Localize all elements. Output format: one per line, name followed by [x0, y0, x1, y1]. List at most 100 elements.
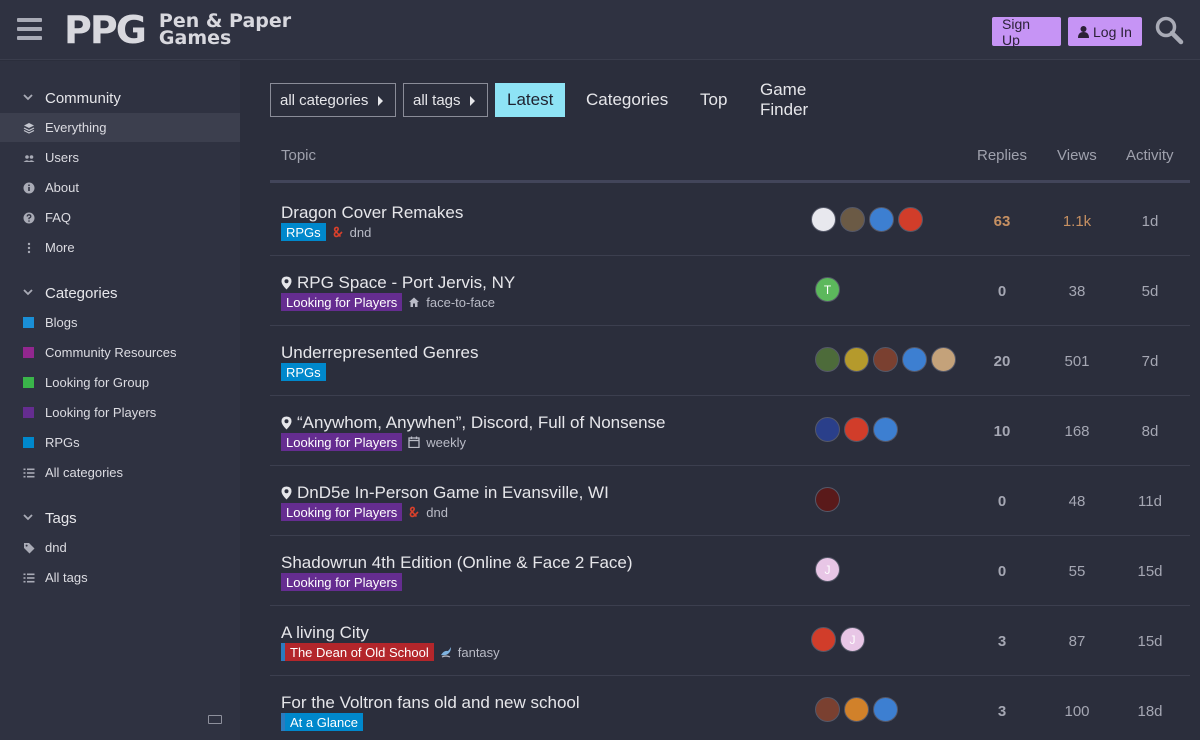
sign-up-button[interactable]: Sign Up — [992, 16, 1061, 48]
sidebar-item-all-categories[interactable]: All categories — [0, 458, 240, 487]
topic-activity[interactable]: 8d — [1120, 423, 1180, 440]
poster-avatar[interactable] — [844, 417, 869, 442]
poster-avatar[interactable] — [811, 627, 836, 652]
poster-avatar[interactable] — [873, 697, 898, 722]
category-badge-label: The Dean of Old School — [290, 644, 429, 660]
topic-activity[interactable]: 11d — [1120, 493, 1180, 510]
topic-activity[interactable]: 1d — [1120, 213, 1180, 230]
tab-top[interactable]: Top — [688, 83, 739, 117]
topic-posters: J — [811, 627, 869, 653]
column-header-views[interactable]: Views — [1057, 147, 1097, 164]
sidebar-item-about[interactable]: About — [0, 173, 240, 202]
topic-row: Underrepresented Genres RPGs 20 501 7d — [270, 326, 1190, 396]
poster-avatar[interactable] — [869, 207, 894, 232]
category-badge[interactable]: RPGs — [281, 363, 326, 381]
sidebar-item-looking-for-group[interactable]: Looking for Group — [0, 368, 240, 397]
avatar-letter: J — [824, 562, 831, 577]
sidebar-item-label: RPGs — [45, 435, 80, 450]
topic-tag[interactable]: dnd — [408, 505, 448, 520]
poster-avatar[interactable] — [811, 207, 836, 232]
tab-categories[interactable]: Categories — [574, 83, 680, 117]
column-header-replies[interactable]: Replies — [977, 147, 1027, 164]
topic-tag[interactable]: weekly — [408, 435, 466, 450]
site-logo[interactable]: PPG Pen & Paper Games — [64, 9, 291, 51]
sidebar-item-users[interactable]: Users — [0, 143, 240, 172]
all-tags-dropdown[interactable]: all tags — [403, 83, 488, 117]
log-in-label: Log In — [1093, 23, 1132, 40]
tab-game-finder[interactable]: Game Finder — [748, 80, 820, 119]
topic-table-header: Topic Replies Views Activity — [270, 145, 1190, 183]
topic-title-link[interactable]: “Anywhom, Anywhen”, Discord, Full of Non… — [281, 413, 666, 433]
topic-meta: At a Glance — [281, 713, 363, 731]
topic-title-link[interactable]: For the Voltron fans old and new school — [281, 693, 580, 713]
poster-avatar[interactable] — [873, 417, 898, 442]
categories-section-toggle[interactable]: Categories — [0, 282, 240, 304]
topic-title-link[interactable]: Shadowrun 4th Edition (Online & Face 2 F… — [281, 553, 633, 573]
sidebar-item-rpgs[interactable]: RPGs — [0, 428, 240, 457]
poster-avatar[interactable] — [815, 417, 840, 442]
poster-avatar[interactable] — [902, 347, 927, 372]
question-icon — [23, 212, 35, 224]
sidebar-item-more[interactable]: More — [0, 233, 240, 262]
sidebar-item-label: Everything — [45, 120, 107, 135]
category-badge[interactable]: Looking for Players — [281, 433, 403, 451]
sidebar-item-everything[interactable]: Everything — [0, 113, 240, 142]
topic-activity[interactable]: 15d — [1120, 633, 1180, 650]
poster-avatar[interactable] — [840, 207, 865, 232]
topic-title-link[interactable]: Underrepresented Genres — [281, 343, 479, 363]
logo-mark: PPG — [64, 8, 147, 52]
poster-avatar[interactable]: J — [815, 557, 840, 582]
poster-avatar[interactable] — [815, 697, 840, 722]
category-badge[interactable]: Looking for Players — [281, 293, 403, 311]
keyboard-shortcuts-icon[interactable] — [208, 715, 222, 724]
topic-title: Dragon Cover Remakes — [281, 203, 464, 222]
topic-tag[interactable]: face-to-face — [408, 295, 495, 310]
poster-avatar[interactable] — [815, 347, 840, 372]
topic-tag[interactable]: dnd — [332, 225, 371, 240]
avatar-letter: J — [849, 632, 856, 647]
topic-activity[interactable]: 18d — [1120, 703, 1180, 720]
tags-section-toggle[interactable]: Tags — [0, 507, 240, 529]
topic-activity[interactable]: 7d — [1120, 353, 1180, 370]
log-in-button[interactable]: Log In — [1068, 17, 1142, 46]
sidebar: Community Everything Users About FAQ Mor… — [0, 61, 240, 740]
sidebar-item-tag-dnd[interactable]: dnd — [0, 533, 240, 562]
poster-avatar[interactable] — [931, 347, 956, 372]
community-section-toggle[interactable]: Community — [0, 87, 240, 109]
topic-tag[interactable]: fantasy — [440, 645, 500, 660]
column-header-activity[interactable]: Activity — [1126, 147, 1174, 164]
sidebar-item-blogs[interactable]: Blogs — [0, 308, 240, 337]
search-icon[interactable] — [1154, 15, 1184, 45]
hamburger-menu-icon[interactable] — [17, 18, 42, 40]
poster-avatar[interactable] — [898, 207, 923, 232]
chevron-down-icon — [23, 514, 33, 521]
topic-title-link[interactable]: RPG Space - Port Jervis, NY — [281, 273, 515, 293]
topic-activity[interactable]: 5d — [1120, 283, 1180, 300]
poster-avatar[interactable] — [844, 347, 869, 372]
sidebar-item-community-resources[interactable]: Community Resources — [0, 338, 240, 367]
category-badge[interactable]: Looking for Players — [281, 503, 403, 521]
topic-title-link[interactable]: Dragon Cover Remakes — [281, 203, 463, 223]
poster-avatar[interactable]: J — [840, 627, 865, 652]
poster-avatar[interactable]: T — [815, 277, 840, 302]
topic-title-link[interactable]: A living City — [281, 623, 369, 643]
category-badge[interactable]: RPGs — [281, 223, 326, 241]
category-badge[interactable]: At a Glance — [281, 713, 363, 731]
topic-title-link[interactable]: DnD5e In-Person Game in Evansville, WI — [281, 483, 609, 503]
sidebar-item-looking-for-players[interactable]: Looking for Players — [0, 398, 240, 427]
poster-avatar[interactable] — [815, 487, 840, 512]
tab-latest[interactable]: Latest — [495, 83, 566, 117]
sidebar-item-all-tags[interactable]: All tags — [0, 563, 240, 592]
poster-avatar[interactable] — [844, 697, 869, 722]
category-badge[interactable]: Looking for Players — [281, 573, 403, 591]
topic-meta: Looking for Players face-to-face — [281, 293, 495, 311]
all-categories-dropdown[interactable]: all categories — [270, 83, 396, 117]
sidebar-item-faq[interactable]: FAQ — [0, 203, 240, 232]
topic-activity[interactable]: 15d — [1120, 563, 1180, 580]
sidebar-item-label: Looking for Players — [45, 405, 157, 420]
category-badge[interactable]: The Dean of Old School — [281, 643, 434, 661]
all-categories-label: all categories — [280, 91, 369, 109]
poster-avatar[interactable] — [873, 347, 898, 372]
topic-replies: 0 — [997, 563, 1007, 580]
topic-posters — [815, 347, 960, 373]
